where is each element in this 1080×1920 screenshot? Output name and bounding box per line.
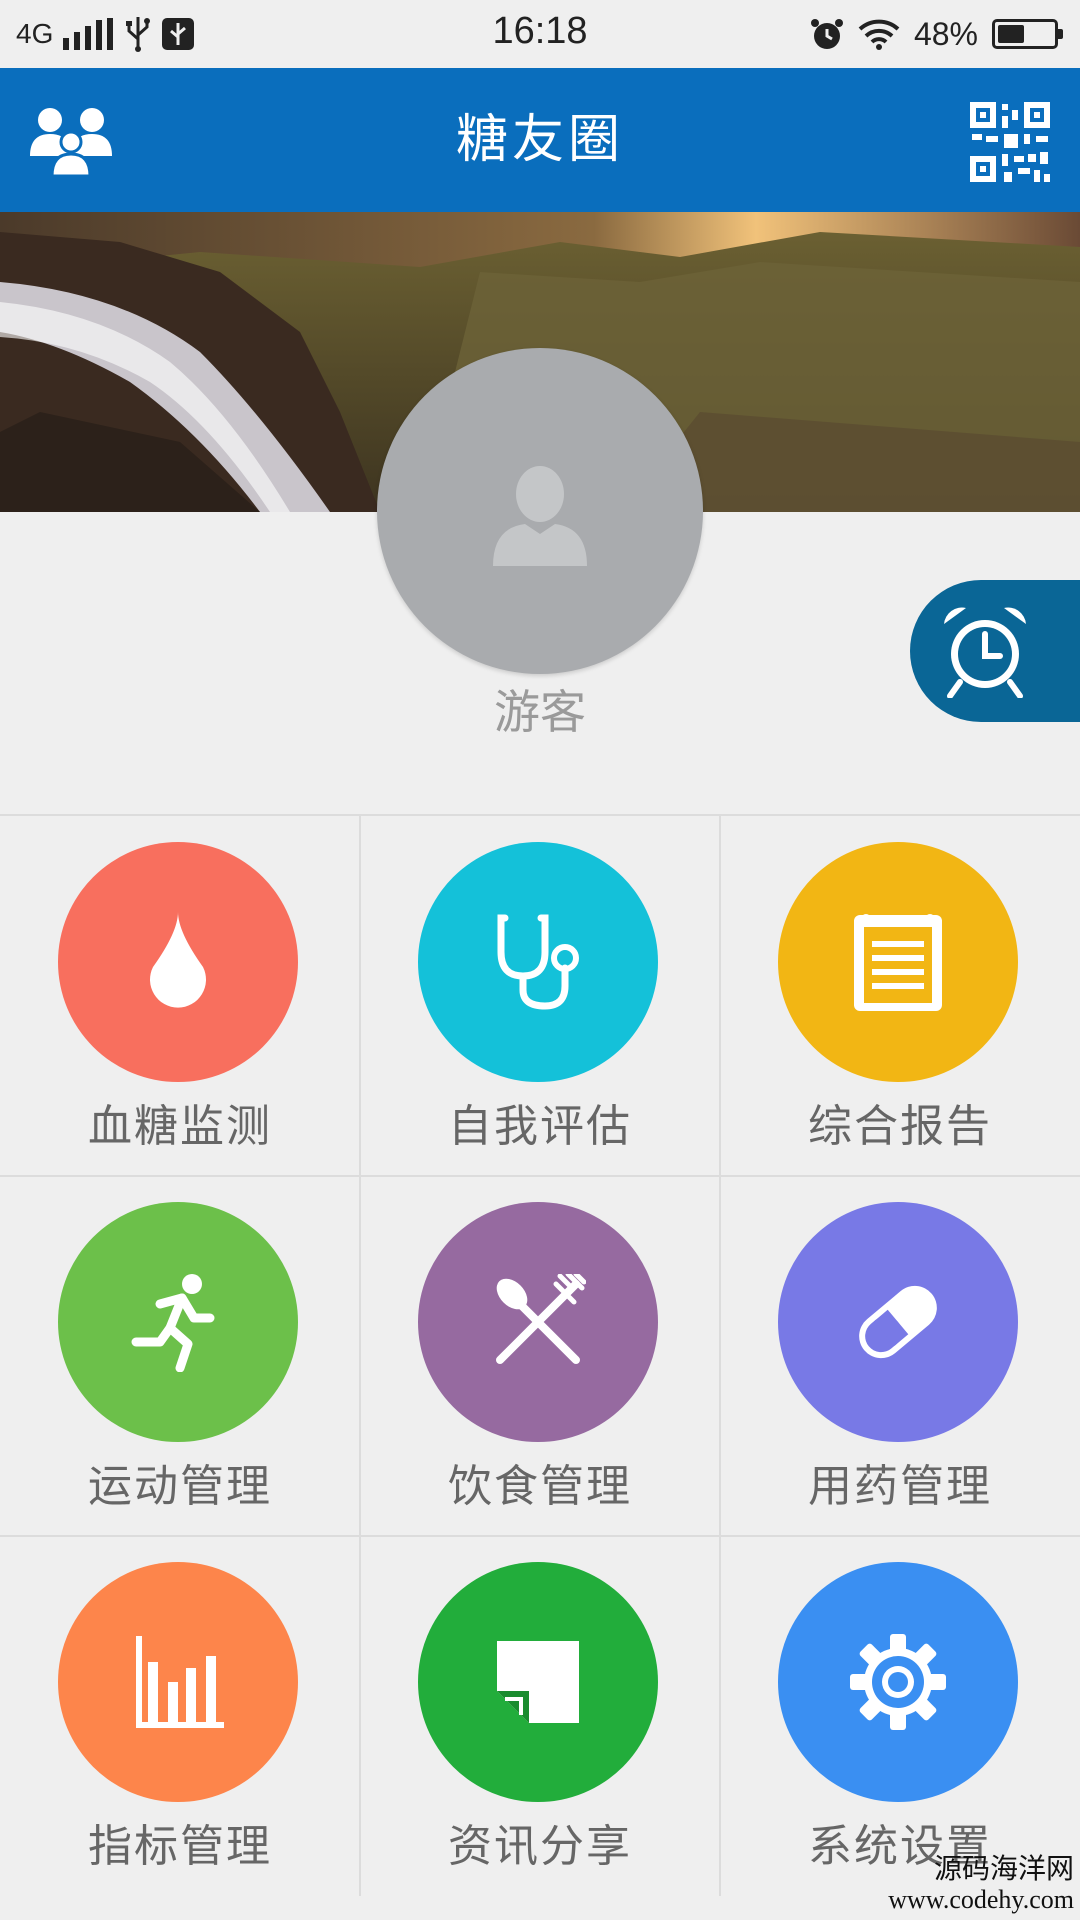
note-icon [497,1641,579,1723]
user-name[interactable]: 游客 [0,676,1080,742]
status-right: 48% [810,14,1063,54]
battery-icon [992,19,1063,49]
watermark: 源码海洋网 www.codehy.com [888,1854,1074,1914]
menu-label: 自我评估 [448,1101,632,1152]
spoon-fork-icon [496,1274,586,1364]
menu-icon-circle [418,1562,658,1802]
menu-label: 资讯分享 [448,1821,632,1872]
menu-item-blood-glucose[interactable]: 血糖监测 [0,816,360,1176]
menu-label: 综合报告 [808,1101,992,1152]
menu-item-news[interactable]: 资讯分享 [360,1536,720,1896]
page-title: 糖友圈 [455,110,624,170]
menu-icon-circle [778,842,1018,1082]
app-bar: 糖友圈 [0,68,1080,212]
status-bar: 4G 16:18 48% [0,0,1080,68]
bar-chart-icon [136,1636,224,1728]
menu-label: 饮食管理 [448,1461,632,1512]
menu-label: 血糖监测 [88,1101,272,1152]
menu-item-exercise[interactable]: 运动管理 [0,1176,360,1536]
menu-item-self-assessment[interactable]: 自我评估 [360,816,720,1176]
pill-icon [859,1285,937,1359]
menu-icon-circle [778,1202,1018,1442]
menu-label: 用药管理 [808,1461,992,1512]
gear-icon [850,1634,946,1730]
menu-icon-circle [418,1202,658,1442]
menu-icon-circle [58,842,298,1082]
menu-item-indicators[interactable]: 指标管理 [0,1536,360,1896]
notepad-icon [854,914,942,1011]
stethoscope-icon [497,914,579,1010]
menu-icon-circle [418,842,658,1082]
user-silhouette-icon [493,466,587,566]
alarm-status-icon [810,19,843,49]
menu-item-medication[interactable]: 用药管理 [720,1176,1080,1536]
qr-code-icon[interactable] [970,102,1050,182]
alarm-button[interactable] [910,580,1080,722]
running-icon [131,1274,215,1372]
avatar[interactable] [377,348,703,674]
menu-icon-circle [778,1562,1018,1802]
menu-icon-circle [58,1562,298,1802]
menu-icon-circle [58,1202,298,1442]
menu-item-diet[interactable]: 饮食管理 [360,1176,720,1536]
wifi-icon [858,19,900,50]
battery-percent: 48% [913,15,978,52]
menu-label: 运动管理 [88,1461,272,1512]
function-grid: 血糖监测 自我评估 综合报告 运动管理 饮食管理 用药管理 指标管理 资讯分享 … [0,814,1080,1896]
watermark-line2: www.codehy.com [888,1885,1074,1914]
menu-item-settings[interactable]: 系统设置 [720,1536,1080,1896]
menu-item-report[interactable]: 综合报告 [720,816,1080,1176]
watermark-line1: 源码海洋网 [933,1854,1074,1885]
menu-label: 指标管理 [88,1821,272,1872]
drop-icon [150,912,206,1008]
battery-level [998,25,1024,43]
alarm-clock-icon [944,607,1026,698]
